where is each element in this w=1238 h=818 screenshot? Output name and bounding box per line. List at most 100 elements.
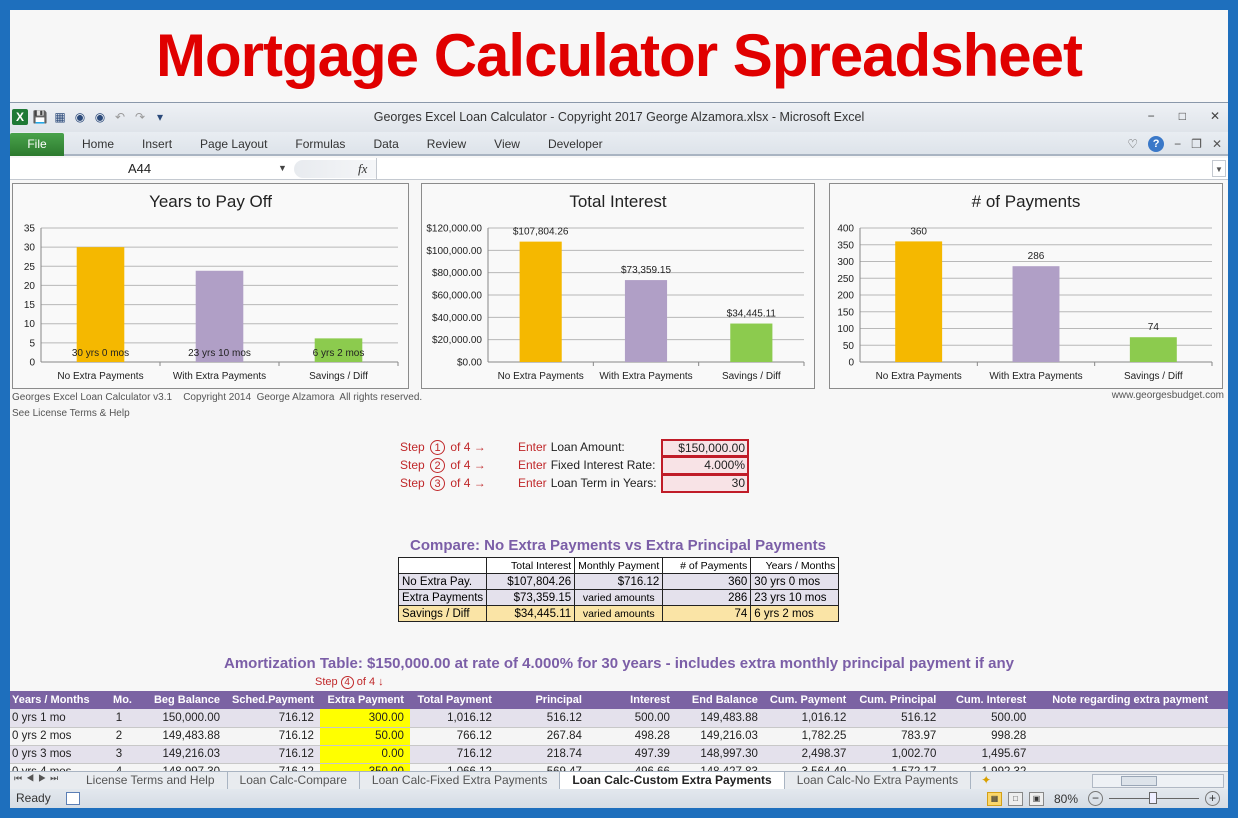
column-header[interactable]: Cum. Interest — [942, 691, 1033, 709]
license-link[interactable]: See License Terms & Help — [12, 406, 422, 422]
cell[interactable] — [1032, 709, 1228, 728]
cell[interactable]: 148,997.30 — [675, 745, 764, 764]
tab-home[interactable]: Home — [82, 132, 114, 156]
insert-sheet-icon[interactable]: ✦ — [971, 772, 1001, 789]
chart-number-of-payments[interactable]: # of Payments 0 50 100 150 200 250 300 350 400 36… — [829, 183, 1223, 389]
tab-review[interactable]: Review — [427, 132, 466, 156]
cell[interactable]: Extra Payments — [397, 589, 488, 606]
cell[interactable]: 783.97 — [852, 727, 943, 746]
cell[interactable]: varied amounts — [574, 589, 664, 606]
cell[interactable]: 1,002.70 — [852, 745, 943, 764]
cell[interactable]: varied amounts — [574, 605, 664, 622]
cell[interactable]: 218.74 — [497, 745, 588, 764]
zoom-slider[interactable] — [1109, 792, 1199, 804]
column-header[interactable]: Total Payment — [409, 691, 498, 709]
loan-amount-input[interactable]: $150,000.00 — [661, 439, 749, 457]
close-button[interactable]: ✕ — [1210, 109, 1220, 123]
cell[interactable]: Savings / Diff — [397, 605, 488, 622]
column-header[interactable]: Extra Payment — [319, 691, 410, 709]
loan-term-input[interactable]: 30 — [661, 475, 749, 493]
cell[interactable]: 149,483.88 — [675, 709, 764, 728]
cell[interactable]: $73,359.15 — [486, 589, 576, 606]
last-sheet-icon[interactable]: ⏭ — [50, 773, 62, 783]
cell[interactable] — [1032, 727, 1228, 746]
cell[interactable]: 0 yrs 2 mos — [10, 727, 100, 746]
cell[interactable]: 1,016.12 — [409, 709, 498, 728]
insert-function-icon[interactable]: fx — [358, 158, 367, 179]
column-header[interactable]: Interest — [587, 691, 676, 709]
cell[interactable]: 497.39 — [587, 745, 676, 764]
cell[interactable]: 716.12 — [226, 727, 320, 746]
cell[interactable]: 286 — [662, 589, 752, 606]
page-break-view-icon[interactable]: ▣ — [1028, 791, 1044, 806]
cell[interactable]: 998.28 — [942, 727, 1033, 746]
extra-payment-cell[interactable]: 300.00 — [319, 709, 410, 728]
minimize-ribbon-icon[interactable]: ♡ — [1127, 137, 1138, 151]
website-link[interactable]: www.georgesbudget.com — [1112, 390, 1224, 401]
tab-data[interactable]: Data — [373, 132, 398, 156]
column-header[interactable]: Mo. — [100, 691, 138, 709]
cell[interactable]: $34,445.11 — [486, 605, 576, 622]
name-box-dropdown-icon[interactable]: ▼ — [278, 158, 287, 179]
chart-total-interest[interactable]: Total Interest $0.00 $20,000.00 $40,000.00… — [421, 183, 815, 389]
workbook-minimize-icon[interactable]: − — [1174, 137, 1181, 151]
cell[interactable]: 360 — [662, 573, 752, 590]
cell[interactable]: 1 — [100, 709, 138, 728]
horizontal-scrollbar[interactable] — [1092, 774, 1224, 788]
cell[interactable]: 716.12 — [409, 745, 498, 764]
sheet-tab[interactable]: Loan Calc-Custom Extra Payments — [560, 772, 785, 789]
zoom-level[interactable]: 80% — [1054, 792, 1078, 806]
tab-page-layout[interactable]: Page Layout — [200, 132, 267, 156]
cell[interactable]: 2,498.37 — [763, 745, 853, 764]
cell[interactable] — [1032, 745, 1228, 764]
cell[interactable]: 149,216.03 — [138, 745, 226, 764]
first-sheet-icon[interactable]: ⏮ — [14, 773, 26, 783]
cell[interactable]: 149,216.03 — [675, 727, 764, 746]
cell[interactable]: 267.84 — [497, 727, 588, 746]
column-header[interactable]: Cum. Principal — [852, 691, 943, 709]
cell[interactable]: 1,782.25 — [763, 727, 853, 746]
cell[interactable]: 2 — [100, 727, 138, 746]
file-tab[interactable]: File — [10, 133, 64, 156]
cell[interactable]: 23 yrs 10 mos — [750, 589, 840, 606]
cell[interactable]: No Extra Pay. — [397, 573, 488, 590]
tab-developer[interactable]: Developer — [548, 132, 603, 156]
sheet-tab[interactable]: License Terms and Help — [74, 772, 228, 789]
cell[interactable]: 516.12 — [497, 709, 588, 728]
cell[interactable]: 766.12 — [409, 727, 498, 746]
restore-button[interactable]: □ — [1179, 109, 1186, 123]
cell[interactable]: 500.00 — [587, 709, 676, 728]
cell[interactable]: 716.12 — [226, 745, 320, 764]
help-icon[interactable]: ? — [1148, 136, 1165, 152]
cell[interactable]: 1,495.67 — [942, 745, 1033, 764]
prev-sheet-icon[interactable]: ◀ — [26, 773, 38, 783]
macro-record-icon[interactable] — [66, 792, 80, 805]
workbook-restore-icon[interactable]: ❐ — [1191, 137, 1202, 151]
cell[interactable]: 74 — [662, 605, 752, 622]
cell[interactable]: 150,000.00 — [138, 709, 226, 728]
expand-formula-bar-icon[interactable]: ▼ — [1212, 160, 1226, 177]
column-header[interactable]: End Balance — [675, 691, 764, 709]
name-box[interactable]: A44 — [10, 158, 290, 179]
sheet-tab[interactable]: Loan Calc-No Extra Payments — [785, 772, 972, 789]
interest-rate-input[interactable]: 4.000% — [661, 457, 749, 475]
page-layout-view-icon[interactable]: □ — [1007, 791, 1023, 806]
tab-insert[interactable]: Insert — [142, 132, 172, 156]
cell[interactable]: 716.12 — [226, 709, 320, 728]
column-header[interactable]: Cum. Payment — [763, 691, 853, 709]
column-header[interactable]: Beg Balance — [138, 691, 226, 709]
column-header[interactable]: Principal — [497, 691, 588, 709]
extra-payment-cell[interactable]: 50.00 — [319, 727, 410, 746]
cell[interactable]: 1,016.12 — [763, 709, 853, 728]
sheet-tab[interactable]: Loan Calc-Compare — [228, 772, 360, 789]
cell[interactable]: 149,483.88 — [138, 727, 226, 746]
extra-payment-cell[interactable]: 0.00 — [319, 745, 410, 764]
cell[interactable]: 3 — [100, 745, 138, 764]
chart-years-to-pay-off[interactable]: Years to Pay Off 0 5 10 15 20 25 30 35 30 yrs 0 … — [12, 183, 409, 389]
cell[interactable]: 498.28 — [587, 727, 676, 746]
cell[interactable]: $107,804.26 — [486, 573, 576, 590]
column-header[interactable]: Note regarding extra payment — [1032, 691, 1228, 709]
next-sheet-icon[interactable]: ▶ — [38, 773, 50, 783]
scrollbar-thumb[interactable] — [1121, 776, 1157, 786]
workbook-close-icon[interactable]: ✕ — [1212, 137, 1222, 151]
